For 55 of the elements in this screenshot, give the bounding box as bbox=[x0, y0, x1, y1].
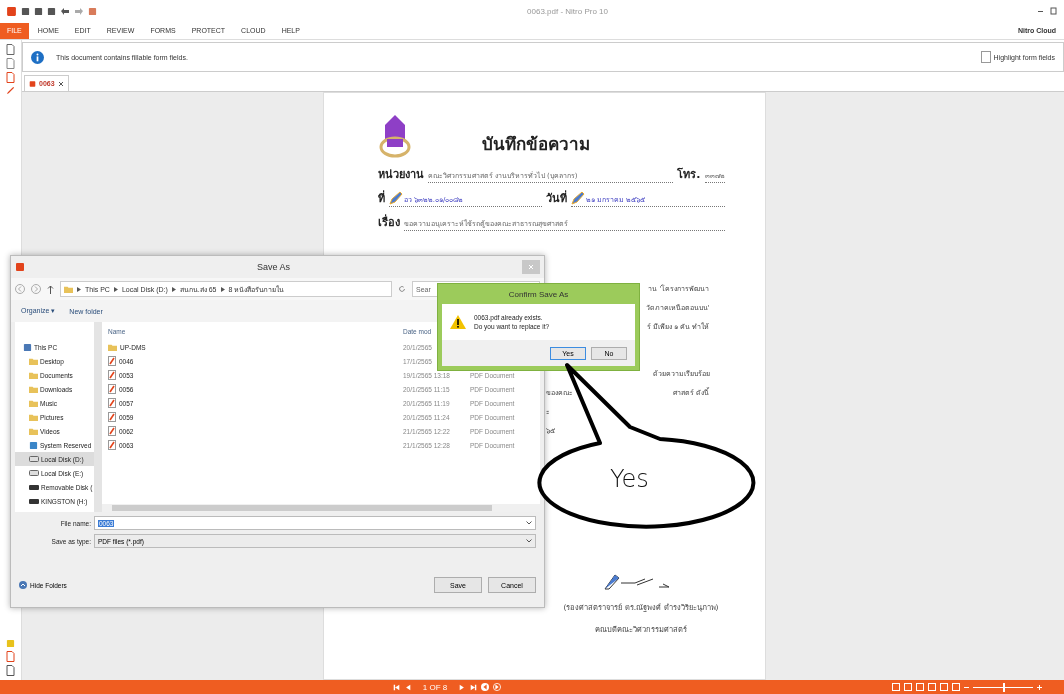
close-icon[interactable] bbox=[57, 80, 64, 87]
field-label: ที่ bbox=[377, 189, 385, 207]
pdf-file-icon bbox=[108, 398, 116, 408]
field-label: วันที่ bbox=[546, 189, 567, 207]
collapse-icon bbox=[19, 581, 27, 589]
info-icon bbox=[31, 50, 44, 64]
pen-icon bbox=[571, 191, 585, 205]
pdf-file-icon bbox=[108, 412, 116, 422]
pdf-file-icon bbox=[108, 384, 116, 394]
minimize-icon[interactable] bbox=[1038, 9, 1046, 13]
restore-icon[interactable] bbox=[1050, 7, 1058, 15]
chevron-icon bbox=[77, 286, 81, 292]
undo-icon[interactable] bbox=[60, 7, 70, 15]
folder-icon bbox=[108, 342, 117, 352]
zoom-in-icon[interactable] bbox=[1037, 684, 1042, 690]
bookmark-page-icon[interactable] bbox=[6, 72, 15, 83]
pen-tool-icon[interactable] bbox=[6, 86, 15, 95]
next-page-icon[interactable] bbox=[459, 683, 467, 691]
chevron-icon bbox=[113, 286, 118, 292]
redo-icon[interactable] bbox=[74, 7, 84, 15]
field-label: หน่วยงาน bbox=[377, 167, 424, 183]
field-label: เรื่อง bbox=[377, 213, 400, 231]
emblem-logo bbox=[377, 115, 412, 159]
list-page-icon[interactable] bbox=[6, 665, 15, 676]
field-label: โทร. bbox=[677, 166, 701, 183]
back-icon[interactable] bbox=[481, 683, 490, 691]
warning-icon bbox=[450, 315, 466, 329]
app-logo-icon bbox=[6, 5, 17, 17]
last-page-icon[interactable] bbox=[470, 683, 478, 691]
pdf-file-icon bbox=[108, 370, 116, 380]
back-icon[interactable] bbox=[15, 284, 25, 294]
page-icon[interactable] bbox=[6, 44, 15, 55]
chevron-icon bbox=[220, 286, 225, 292]
app-logo-icon bbox=[15, 262, 25, 272]
pdf-file-icon bbox=[108, 356, 116, 366]
first-page-icon[interactable] bbox=[392, 683, 400, 691]
single-page-view-icon[interactable] bbox=[892, 683, 900, 691]
forward-icon[interactable] bbox=[31, 284, 41, 294]
memo-heading: บันทึกข้อความ bbox=[481, 133, 590, 156]
dialog-title: Save As bbox=[256, 262, 291, 272]
refresh-icon[interactable] bbox=[398, 285, 406, 293]
pdf-file-icon bbox=[108, 426, 116, 436]
chevron-icon bbox=[171, 286, 176, 292]
window-title: 0063.pdf - Nitro Pro 10 bbox=[526, 6, 609, 16]
pen-icon bbox=[388, 191, 403, 205]
folder-icon bbox=[64, 284, 73, 294]
close-icon bbox=[528, 263, 534, 270]
attachment-icon[interactable] bbox=[6, 651, 15, 662]
callout-text: Yes bbox=[610, 465, 649, 493]
highlight-checkbox[interactable] bbox=[980, 51, 991, 63]
page-search-icon[interactable] bbox=[6, 58, 15, 69]
up-arrow-icon[interactable] bbox=[47, 284, 54, 294]
previous-page-icon[interactable] bbox=[403, 683, 411, 691]
pdf-file-icon bbox=[108, 440, 116, 450]
dialog-title: Confirm Save As bbox=[508, 288, 569, 301]
